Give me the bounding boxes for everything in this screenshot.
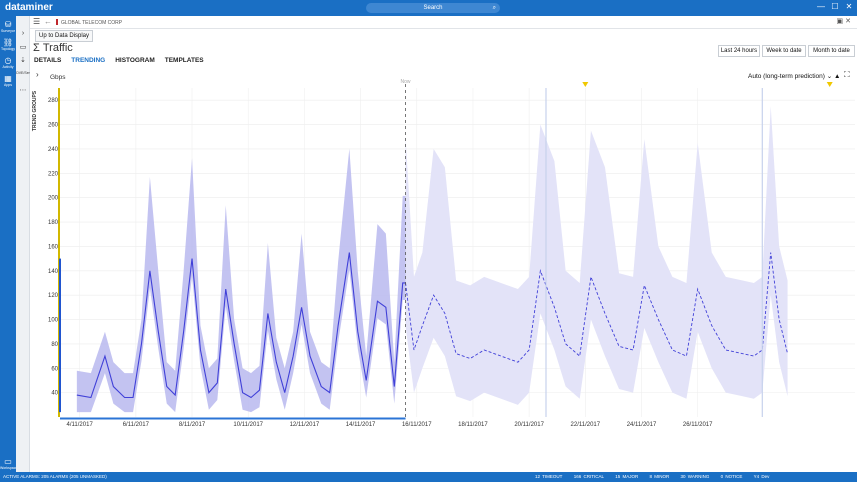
- x-tick-label: 12/11/2017: [290, 422, 320, 428]
- sidebar-item-surveyor[interactable]: ⛁ Surveyor: [0, 20, 16, 33]
- apps-icon: ▦: [4, 74, 12, 83]
- x-tick-label: 6/11/2017: [123, 422, 150, 428]
- sort-icon[interactable]: ⇣: [16, 56, 30, 64]
- tab-trending[interactable]: TRENDING: [71, 57, 105, 64]
- y-tick-label: 140: [48, 269, 59, 275]
- last-24-hours-button[interactable]: Last 24 hours: [718, 45, 760, 57]
- month-to-date-button[interactable]: Month to date: [808, 45, 855, 57]
- sidebar-item-label: Workspace: [0, 466, 18, 470]
- x-tick-label: 18/11/2017: [458, 422, 488, 428]
- active-alarms-summary[interactable]: ACTIVE ALARMS: 205 ALARMS (205 UNMASKED): [3, 472, 107, 482]
- sidebar-item-activity[interactable]: ◷ Activity: [0, 56, 16, 69]
- search-icon[interactable]: ⌕: [493, 3, 496, 13]
- detach-icon[interactable]: ▣: [837, 18, 844, 25]
- tab-bar: DETAILS TRENDING HISTOGRAM TEMPLATES: [34, 57, 212, 64]
- y-tick-label: 40: [51, 391, 58, 397]
- app-brand: dataminer: [5, 2, 53, 13]
- notice-count[interactable]: 0 NOTICE: [721, 474, 743, 479]
- alarm-timeline-strip: [60, 417, 406, 420]
- secondary-sidebar: › ▭ ⇣ DVE/Ser ⋯: [16, 16, 30, 472]
- y-tick-label: 160: [48, 244, 59, 250]
- y-axis-label: Gbps: [50, 74, 66, 81]
- dve-label: DVE/Ser: [16, 71, 30, 75]
- warning-count[interactable]: 30 WARNING: [681, 474, 710, 479]
- x-tick-label: 8/11/2017: [179, 422, 206, 428]
- breadcrumb-label: GLOBAL TELECOM CORP: [61, 20, 123, 26]
- event-marker-icon: [582, 82, 589, 87]
- x-tick-label: 22/11/2017: [571, 422, 601, 428]
- y-tick-label: 80: [51, 342, 58, 348]
- x-tick-label: 26/11/2017: [683, 422, 713, 428]
- title-bar: dataminer Search ⌕ — ☐ ✕: [0, 0, 857, 16]
- trend-chart[interactable]: 40 60 80 100 120 140 160 180 200 220 240 260 280 Gbps…: [44, 70, 857, 466]
- x-tick-label: 20/11/2017: [514, 422, 544, 428]
- min-max-band: [76, 148, 406, 413]
- y-tick-label: 60: [51, 366, 58, 372]
- week-to-date-button[interactable]: Week to date: [762, 45, 806, 57]
- prediction-confidence-band: [405, 106, 788, 405]
- back-icon[interactable]: ←: [44, 17, 52, 26]
- activity-icon: ◷: [4, 56, 12, 65]
- sidebar-item-label: Activity: [2, 65, 14, 69]
- x-tick-label: 24/11/2017: [627, 422, 657, 428]
- maximize-button[interactable]: ☐: [829, 2, 841, 11]
- element-state-icon: [56, 19, 58, 25]
- tab-histogram[interactable]: HISTOGRAM: [115, 57, 155, 64]
- expand-panel-icon[interactable]: ›: [16, 30, 30, 37]
- minimize-button[interactable]: —: [815, 2, 827, 11]
- major-count[interactable]: 15 MAJOR: [615, 474, 638, 479]
- surveyor-icon: ⛁: [4, 20, 12, 29]
- average-indicator-bar: [59, 258, 61, 413]
- topology-icon: ⛓: [2, 38, 14, 47]
- y-tick-label: 220: [48, 171, 59, 177]
- alarm-counters: 12 TIMEOUT 166 CRITICAL 15 MAJOR 8 MINOR…: [535, 472, 778, 482]
- y-tick-label: 240: [48, 147, 59, 153]
- y-tick-label: 280: [48, 98, 59, 104]
- search-placeholder: Search: [423, 5, 443, 11]
- minor-count[interactable]: 8 MINOR: [650, 474, 670, 479]
- status-bar: ACTIVE ALARMS: 205 ALARMS (205 UNMASKED)…: [0, 472, 857, 482]
- search-input[interactable]: Search ⌕: [366, 3, 500, 13]
- more-icon[interactable]: ⋯: [16, 86, 30, 94]
- trend-chart-svg[interactable]: 40 60 80 100 120 140 160 180 200 220 240 260 280 Gbps…: [44, 70, 857, 466]
- x-tick-label: 16/11/2017: [402, 422, 432, 428]
- tab-details[interactable]: DETAILS: [34, 57, 61, 64]
- close-button[interactable]: ✕: [843, 2, 855, 11]
- card-view-icon[interactable]: ▭: [16, 43, 30, 51]
- menu-icon[interactable]: ☰: [33, 17, 40, 26]
- y-tick-label: 100: [48, 318, 59, 324]
- breadcrumb[interactable]: GLOBAL TELECOM CORP: [56, 19, 122, 26]
- sidebar-item-label: Topology: [0, 47, 15, 51]
- x-tick-label: 14/11/2017: [346, 422, 376, 428]
- y-tick-label: 180: [48, 220, 59, 226]
- chart-bands: [76, 106, 788, 413]
- sidebar-item-apps[interactable]: ▦ Apps: [0, 74, 16, 87]
- critical-count[interactable]: 166 CRITICAL: [574, 474, 604, 479]
- tab-templates[interactable]: TEMPLATES: [165, 57, 204, 64]
- sidebar-item-workspace[interactable]: ▭ Workspace: [0, 457, 18, 470]
- workspace-icon: ▭: [4, 457, 12, 466]
- event-marker-icon: [826, 82, 833, 87]
- trend-groups-panel[interactable]: TREND GROUPS: [32, 88, 43, 138]
- y-tick-label: 120: [48, 293, 59, 299]
- x-tick-label: 10/11/2017: [233, 422, 263, 428]
- sidebar-item-label: Surveyor: [0, 29, 15, 33]
- sidebar: ⛁ Surveyor ⛓ Topology ◷ Activity ▦ Apps …: [0, 16, 18, 472]
- collapse-trend-groups-icon[interactable]: ›: [36, 70, 39, 79]
- y-tick-label: 260: [48, 123, 59, 129]
- x-tick-label: 4/11/2017: [67, 422, 94, 428]
- sidebar-item-label: Apps: [4, 83, 12, 87]
- up-to-data-display-button[interactable]: Up to Data Display: [35, 30, 93, 42]
- sidebar-item-topology[interactable]: ⛓ Topology: [0, 38, 16, 51]
- card-header: ☰ ← GLOBAL TELECOM CORP ▣ ✕: [30, 16, 857, 29]
- card-close-icon[interactable]: ✕: [845, 18, 851, 25]
- page-title: Σ Traffic: [33, 42, 73, 54]
- card-window-controls: ▣ ✕: [837, 17, 851, 25]
- timeout-count[interactable]: 12 TIMEOUT: [535, 474, 562, 479]
- y-tick-label: 200: [48, 196, 59, 202]
- environment-label: Y4 Dev: [753, 474, 770, 479]
- trend-groups-label: TREND GROUPS: [32, 90, 39, 132]
- now-label: Now: [401, 79, 411, 85]
